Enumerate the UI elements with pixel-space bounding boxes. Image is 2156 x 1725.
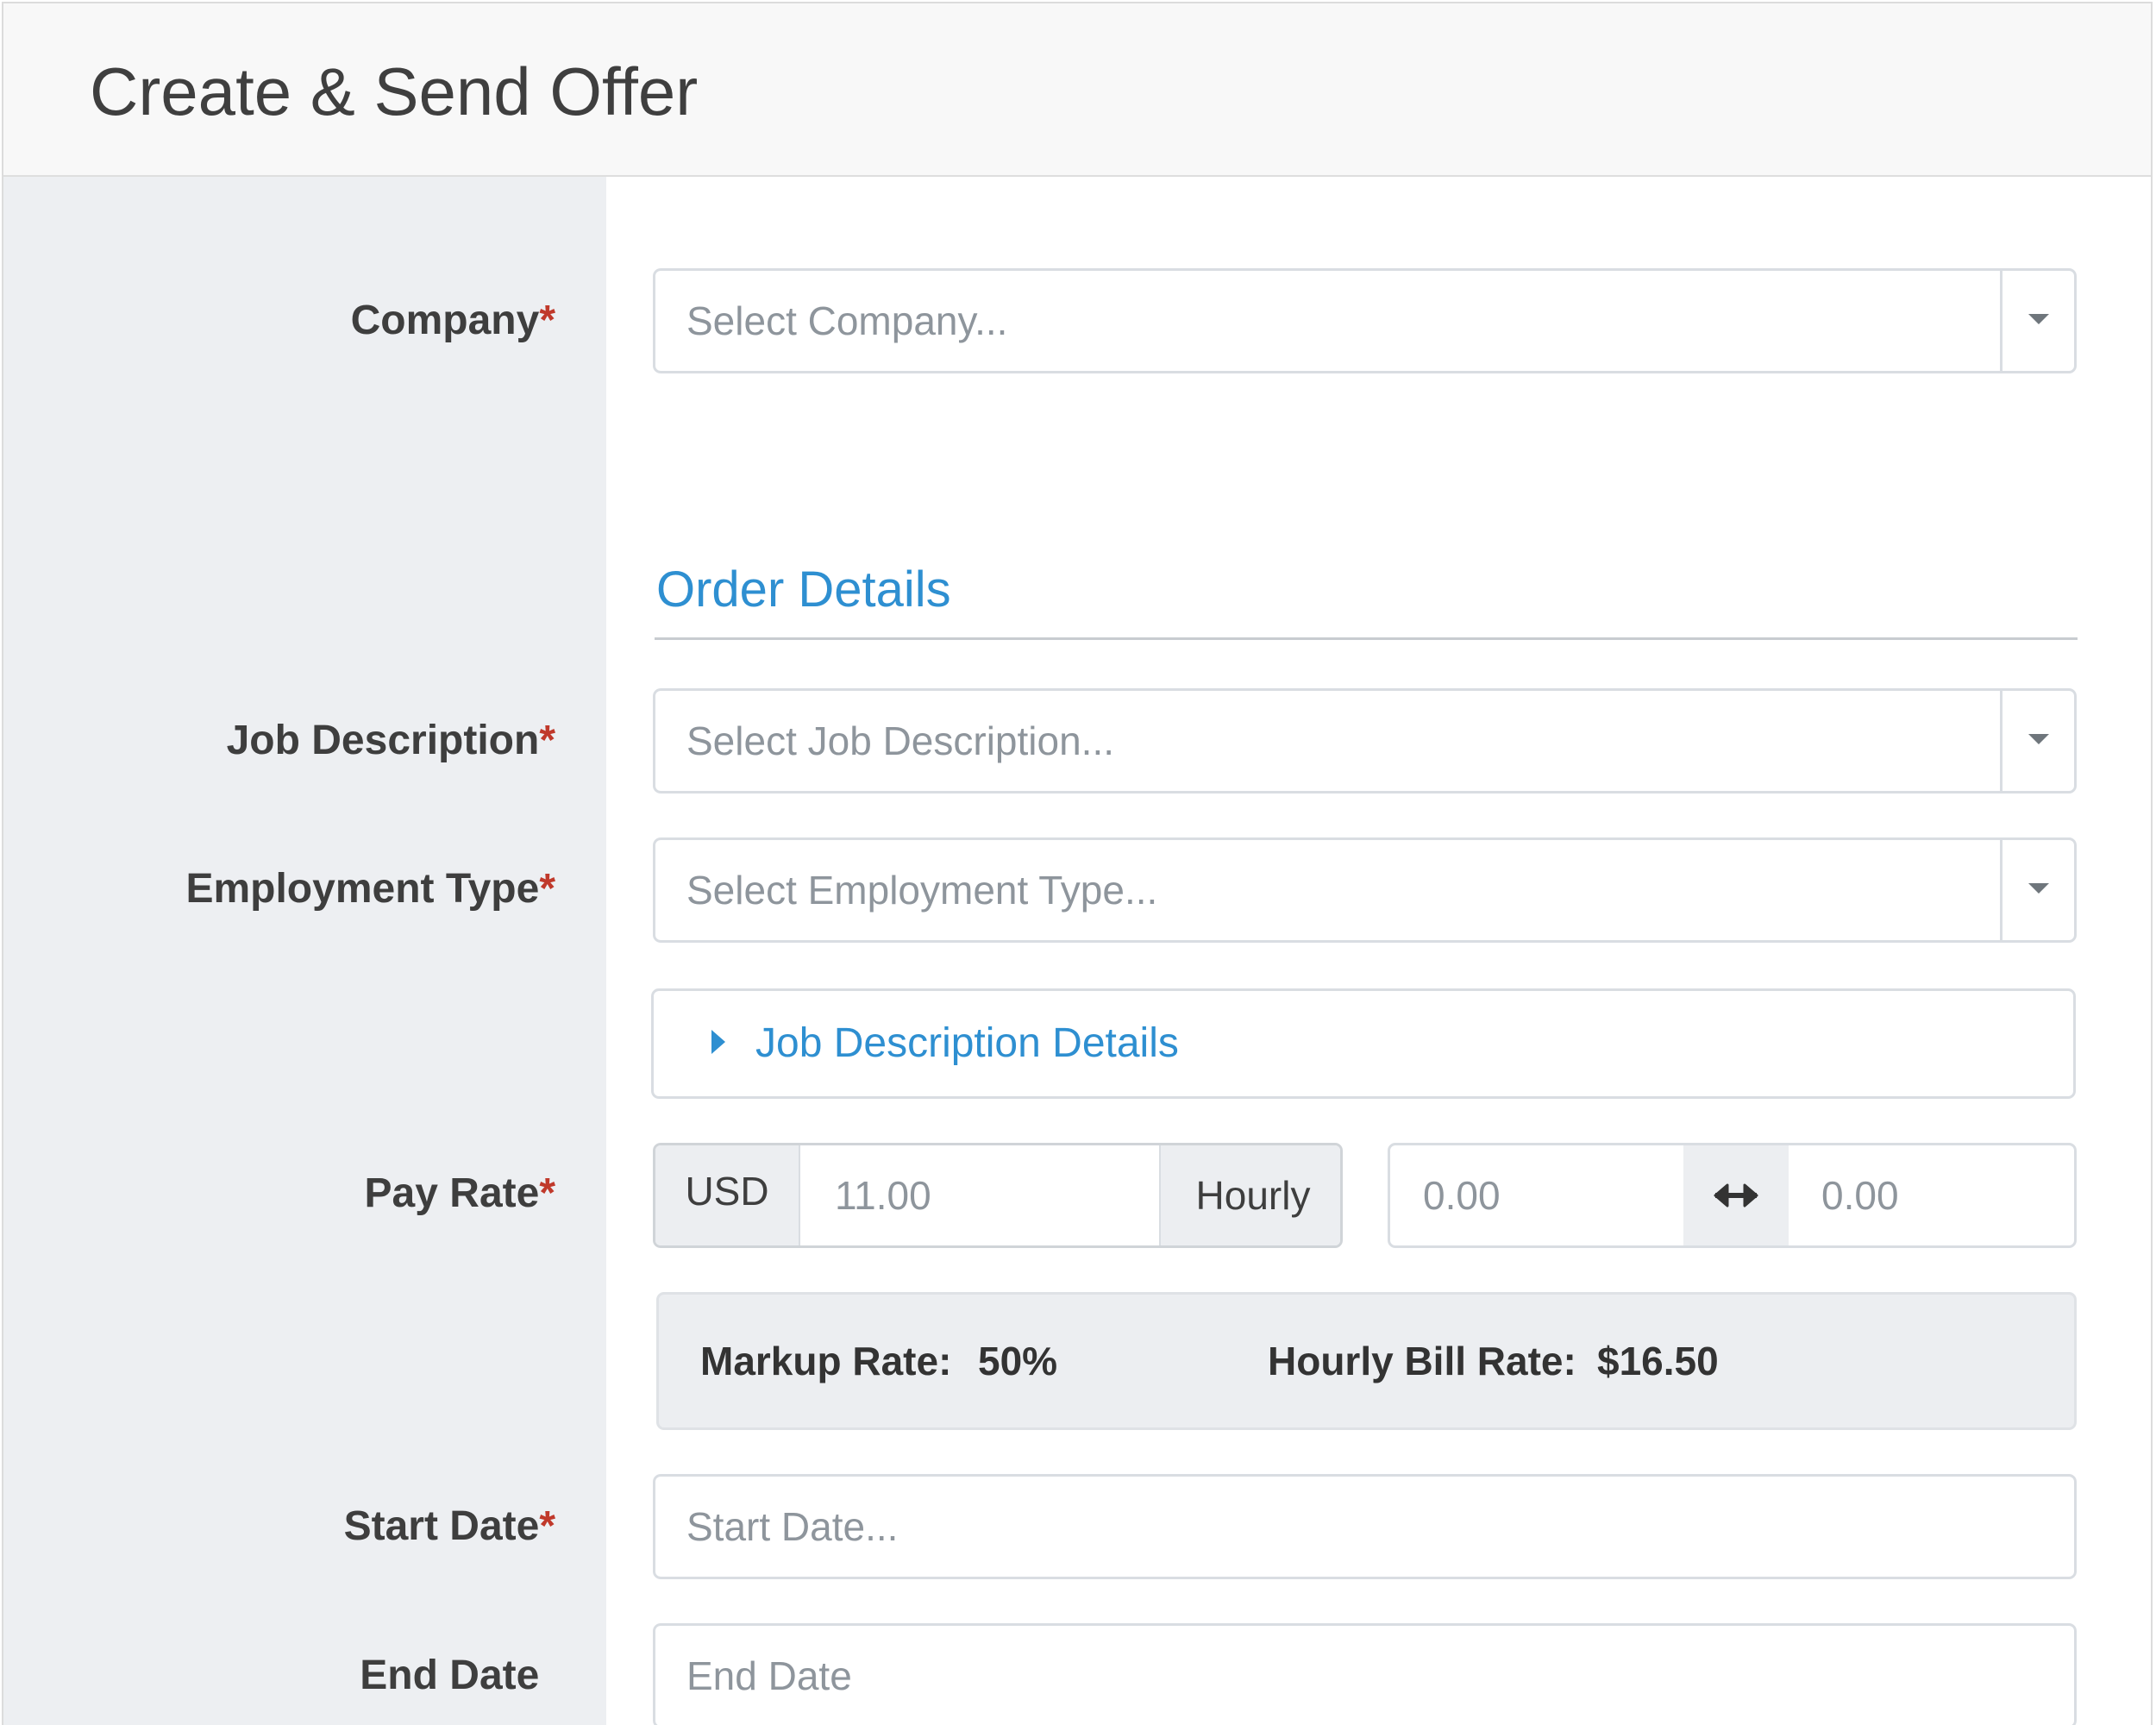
- caret-down-icon: [2028, 734, 2049, 744]
- caret-right-icon: [711, 1030, 725, 1054]
- hourly-bill-rate-label: Hourly Bill Rate:: [1268, 1339, 1576, 1383]
- required-asterisk: *: [539, 1170, 555, 1216]
- label-column: [3, 177, 606, 1725]
- end-date-placeholder: End Date: [686, 1653, 852, 1698]
- company-label: Company*: [3, 295, 555, 347]
- end-date-label-text: End Date: [360, 1653, 540, 1698]
- required-asterisk: *: [539, 866, 555, 912]
- end-date-input[interactable]: End Date: [653, 1623, 2077, 1725]
- job-description-details-toggle[interactable]: Job Description Details: [651, 988, 2076, 1099]
- start-date-input[interactable]: Start Date...: [653, 1474, 2077, 1579]
- required-asterisk: *: [539, 298, 555, 343]
- rate-summary-panel: Markup Rate: 50% Hourly Bill Rate: $16.5…: [656, 1292, 2077, 1430]
- section-divider: [655, 637, 2078, 640]
- employment-type-select-toggle[interactable]: [2000, 840, 2074, 940]
- required-asterisk: *: [539, 1503, 555, 1549]
- page-header: Create & Send Offer: [3, 3, 2151, 177]
- required-asterisk: *: [539, 718, 555, 763]
- employment-type-select-placeholder: Select Employment Type...: [686, 868, 1158, 913]
- pay-rate-input[interactable]: 11.00: [800, 1145, 1159, 1245]
- company-select-toggle[interactable]: [2000, 271, 2074, 371]
- pay-rate-label: Pay Rate*: [3, 1168, 555, 1220]
- currency-addon: USD: [655, 1145, 800, 1245]
- markup-rate-value: 50%: [978, 1339, 1058, 1383]
- caret-down-icon: [2028, 314, 2049, 324]
- order-details-heading: Order Details: [656, 561, 951, 618]
- company-select-placeholder: Select Company...: [686, 298, 1008, 343]
- pay-range-max-input[interactable]: 0.00: [1789, 1145, 2074, 1245]
- pay-range-input-group: 0.00 0.00: [1388, 1143, 2077, 1248]
- end-date-label: End Date*: [3, 1650, 555, 1702]
- offer-form-window: Create & Send Offer Company* Select Comp…: [2, 2, 2153, 1725]
- left-right-arrow-icon: [1683, 1145, 1789, 1245]
- caret-down-icon: [2028, 883, 2049, 894]
- start-date-placeholder: Start Date...: [686, 1504, 899, 1549]
- company-label-text: Company: [350, 298, 540, 343]
- hourly-bill-rate-value: $16.50: [1597, 1339, 1719, 1383]
- employment-type-label-text: Employment Type: [185, 866, 540, 912]
- employment-type-label: Employment Type*: [3, 863, 555, 915]
- pay-range-min-input[interactable]: 0.00: [1390, 1145, 1683, 1245]
- job-description-details-label: Job Description Details: [755, 1020, 1179, 1066]
- job-description-label-text: Job Description: [226, 718, 540, 763]
- pay-period-addon: Hourly: [1159, 1145, 1340, 1245]
- pay-rate-input-group: USD 11.00 Hourly: [653, 1143, 1343, 1248]
- markup-rate-label: Markup Rate:: [700, 1339, 952, 1383]
- job-description-label: Job Description*: [3, 715, 555, 767]
- start-date-label: Start Date*: [3, 1501, 555, 1552]
- company-select[interactable]: Select Company...: [653, 268, 2077, 373]
- job-description-select[interactable]: Select Job Description...: [653, 688, 2077, 794]
- start-date-label-text: Start Date: [343, 1503, 540, 1549]
- employment-type-select[interactable]: Select Employment Type...: [653, 837, 2077, 943]
- page-title: Create & Send Offer: [90, 53, 699, 129]
- job-description-select-placeholder: Select Job Description...: [686, 718, 1115, 763]
- job-description-select-toggle[interactable]: [2000, 691, 2074, 791]
- pay-rate-label-text: Pay Rate: [364, 1170, 540, 1216]
